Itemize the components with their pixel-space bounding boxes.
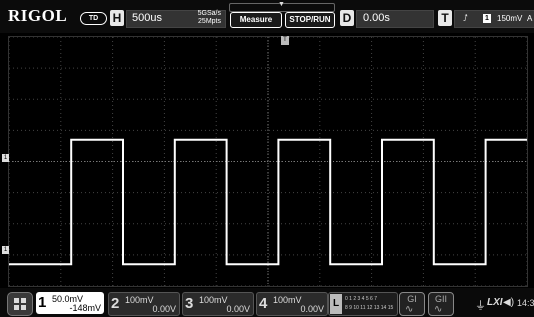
trigger-source: 1: [483, 14, 491, 23]
channel-1-button[interactable]: 1 50.0mV -148mV: [36, 292, 104, 314]
delay-settings[interactable]: 0.00s: [356, 10, 434, 28]
rigol-logo: RIGOL: [8, 6, 68, 25]
rising-edge-icon: ⭜: [463, 13, 468, 23]
memory-depth: 25Mpts: [198, 18, 221, 25]
trigger-mode: A: [527, 14, 533, 23]
generator-1-button[interactable]: GI ∿: [399, 292, 425, 316]
trigger-settings[interactable]: ⭜ 1 150mV A: [454, 10, 534, 28]
logic-analyzer-button[interactable]: L 0 1 2 3 4 5 6 7 8 9 10 11 12 13 14 15: [328, 292, 398, 316]
grid-lines: [9, 37, 527, 286]
sample-rate-info: 5GSa/s 25Mpts: [198, 10, 221, 26]
memory-position-ruler: ▼: [229, 1, 335, 12]
delay-key[interactable]: D: [340, 10, 354, 26]
bottom-status-bar: 1 50.0mV -148mV 2 100mV 0.00V 3 100mV 0.…: [0, 288, 534, 317]
channel-number: 4: [259, 295, 268, 312]
grid-menu-icon: [14, 298, 26, 310]
trigger-level: 150mV: [497, 14, 523, 23]
timebase-value: 500us: [132, 12, 162, 24]
channel-scale: 100mV: [199, 295, 228, 305]
generator-2-button[interactable]: GII ∿: [428, 292, 454, 316]
trigger-position-marker[interactable]: T: [281, 36, 289, 45]
trigger-position-pointer-icon: ▼: [278, 1, 285, 8]
channel-offset: -148mV: [69, 303, 101, 313]
channel-scale: 100mV: [273, 295, 302, 305]
channel-number: 1: [38, 294, 47, 311]
main-menu-button[interactable]: [7, 292, 33, 316]
measure-button[interactable]: Measure: [230, 12, 282, 28]
sample-rate: 5GSa/s: [197, 10, 221, 17]
clock: 14:3: [517, 298, 534, 308]
channel-offset: 0.00V: [226, 304, 250, 314]
trigger-key[interactable]: T: [438, 10, 452, 26]
lxi-logo: LXI: [487, 297, 503, 308]
waveform-grid: [9, 37, 527, 286]
usb-icon: ⏚: [475, 300, 486, 312]
channel-offset: 0.00V: [300, 304, 324, 314]
la-channels-row-2: 8 9 10 11 12 13 14 15: [345, 305, 394, 311]
channel-4-button[interactable]: 4 100mV 0.00V: [256, 292, 328, 316]
top-status-bar: RIGOL TD H 500us 5GSa/s 25Mpts ▼ Measure…: [0, 0, 534, 33]
channel-number: 3: [185, 295, 194, 312]
sine-wave-icon: ∿: [405, 304, 414, 315]
channel-offset: 0.00V: [152, 304, 176, 314]
generator-label: GII: [434, 294, 447, 304]
la-key: L: [330, 294, 342, 314]
channel-2-button[interactable]: 2 100mV 0.00V: [108, 292, 180, 316]
stop-run-button[interactable]: STOP/RUN: [285, 12, 335, 28]
speaker-icon[interactable]: ◀): [503, 297, 514, 308]
channel-scale: 100mV: [125, 295, 154, 305]
delay-value: 0.00s: [363, 12, 390, 24]
generator-label: GI: [407, 294, 417, 304]
td-badge: TD: [80, 12, 107, 25]
waveform-display[interactable]: T 1 1: [2, 36, 528, 287]
la-channels-row-1: 0 1 2 3 4 5 6 7: [345, 296, 377, 302]
ch1-ground-marker[interactable]: 1: [2, 246, 9, 254]
trigger-level-marker[interactable]: 1: [2, 154, 9, 162]
horizontal-key[interactable]: H: [110, 10, 124, 26]
sine-wave-icon: ∿: [434, 304, 443, 315]
channel-3-button[interactable]: 3 100mV 0.00V: [182, 292, 254, 316]
horizontal-settings[interactable]: 500us 5GSa/s 25Mpts: [126, 10, 226, 28]
channel-number: 2: [111, 295, 120, 312]
